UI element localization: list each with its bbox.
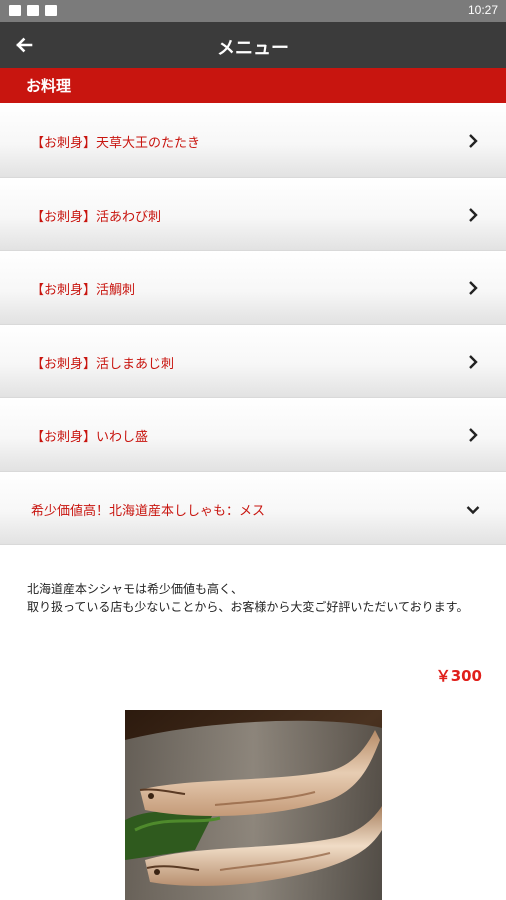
item-price: ￥300 — [435, 667, 482, 685]
section-title: お料理 — [26, 77, 72, 95]
menu-list: 【お刺身】天草大王のたたき 【お刺身】活あわび刺 【お刺身】活鯛刺 【お刺身】活… — [0, 104, 506, 545]
chevron-right-icon — [469, 207, 478, 222]
menu-item-label: 希少価値高！北海道産本ししゃも：メス — [31, 503, 266, 519]
status-bar: 10:27 — [0, 0, 506, 22]
page-title: メニュー — [217, 38, 289, 59]
notification-icons — [9, 5, 57, 16]
description-line: 北海道産本シシャモは希少価値も高く、 — [27, 582, 244, 596]
item-detail: 北海道産本シシャモは希少価値も高く、 取り扱っている店も少ないことから、お客様か… — [0, 548, 506, 900]
menu-item-label: 【お刺身】活あわび刺 — [31, 209, 162, 225]
font-notification-icon — [45, 5, 57, 16]
section-header: お料理 — [0, 68, 506, 103]
menu-item-label: 【お刺身】天草大王のたたき — [31, 136, 201, 151]
app-bar: メニュー — [0, 22, 506, 68]
status-time: 10:27 — [467, 3, 498, 17]
chevron-right-icon — [469, 281, 478, 295]
menu-item[interactable]: 【お刺身】天草大王のたたき — [0, 104, 506, 178]
menu-item-label: 【お刺身】活鯛刺 — [31, 283, 136, 298]
description-line: 取り扱っている店も少ないことから、お客様から大変ご好評いただいております。 — [27, 600, 469, 614]
menu-item-label: 【お刺身】活しまあじ刺 — [31, 356, 175, 372]
chevron-right-icon — [469, 354, 478, 369]
chevron-right-icon — [469, 134, 478, 148]
menu-item-label: 【お刺身】いわし盛 — [31, 430, 149, 445]
menu-item[interactable]: 【お刺身】いわし盛 — [0, 398, 506, 472]
shishamo-photo — [125, 710, 382, 900]
image-notification-icon — [9, 5, 21, 16]
menu-item[interactable]: 【お刺身】活鯛刺 — [0, 251, 506, 325]
chevron-down-icon — [466, 505, 480, 514]
menu-item[interactable]: 【お刺身】活あわび刺 — [0, 177, 506, 251]
food-photo-illustration — [125, 710, 382, 900]
folder-notification-icon — [27, 5, 39, 16]
menu-item[interactable]: 【お刺身】活しまあじ刺 — [0, 324, 506, 398]
chevron-right-icon — [469, 428, 478, 442]
menu-item-expanded[interactable]: 希少価値高！北海道産本ししゃも：メス — [0, 471, 506, 545]
item-description: 北海道産本シシャモは希少価値も高く、 取り扱っている店も少ないことから、お客様か… — [27, 580, 487, 616]
